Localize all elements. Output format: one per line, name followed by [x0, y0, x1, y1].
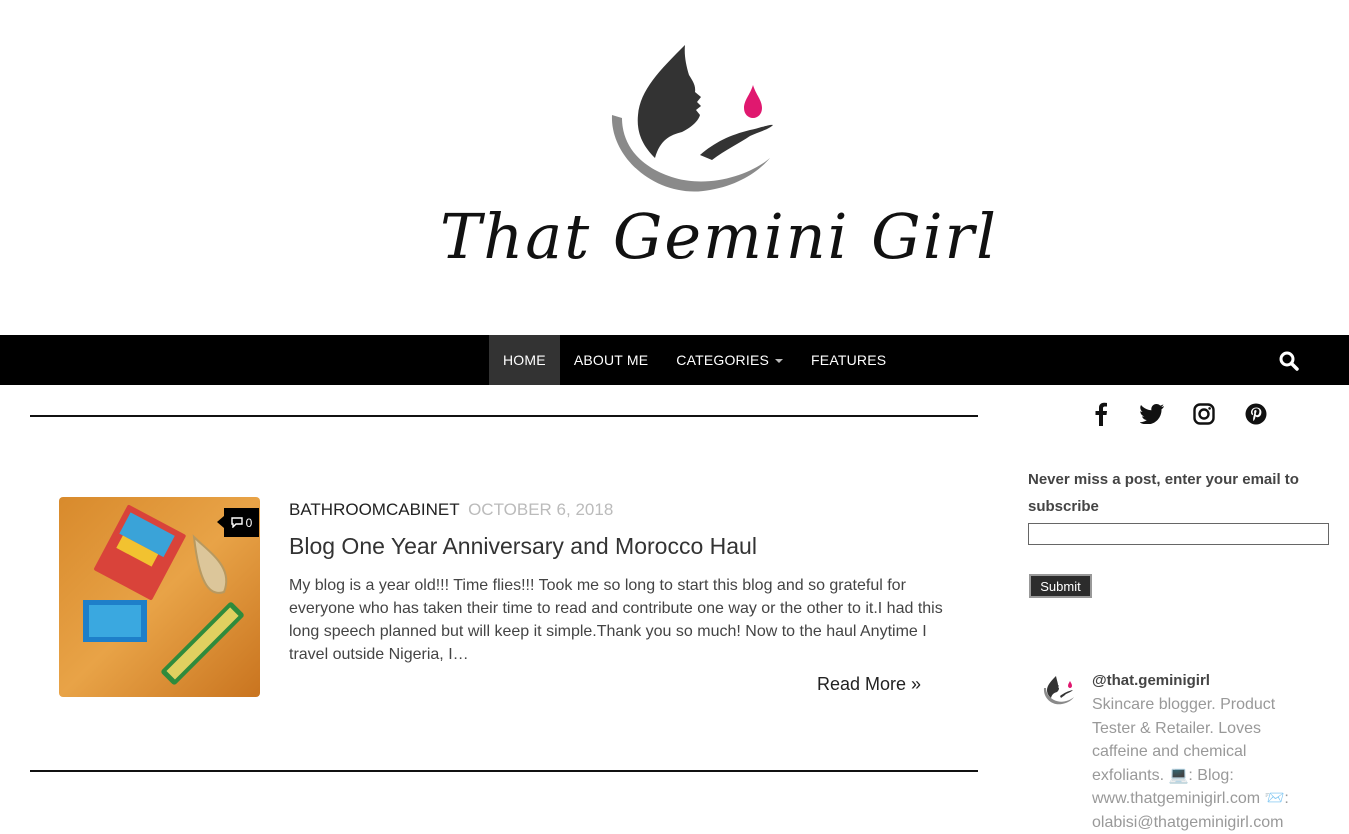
- email-field[interactable]: [1028, 523, 1329, 545]
- divider: [30, 415, 978, 417]
- bio-line: Tester & Retailer. Loves: [1092, 719, 1261, 737]
- search-icon[interactable]: [1278, 350, 1300, 372]
- main-navigation: HOME ABOUT ME CATEGORIES FEATURES: [0, 335, 1349, 385]
- site-title: That Gemini Girl: [440, 200, 999, 273]
- bio-line: olabisi@thatgeminigirl.com: [1092, 813, 1284, 831]
- bio-line: Skincare blogger. Product: [1092, 696, 1276, 713]
- nav-label: FEATURES: [811, 352, 887, 368]
- facebook-icon[interactable]: [1087, 400, 1115, 428]
- comment-count-badge[interactable]: 0: [217, 508, 259, 537]
- read-more-link[interactable]: Read More »: [817, 674, 921, 695]
- site-header: That Gemini Girl: [0, 0, 1349, 335]
- bio-line: caffeine and chemical: [1092, 743, 1247, 760]
- nav-label: ABOUT ME: [573, 352, 649, 368]
- nav-item-categories[interactable]: CATEGORIES: [662, 335, 797, 385]
- submit-button[interactable]: Submit: [1029, 574, 1092, 598]
- bio-line: www.thatgeminigirl.com 📨:: [1092, 790, 1289, 807]
- nav-label: CATEGORIES: [676, 352, 770, 368]
- instagram-bio: Skincare blogger. Product Tester & Retai…: [1092, 693, 1342, 834]
- subscribe-label: Never miss a post, enter your email to s…: [1028, 471, 1299, 515]
- nav-item-about-me[interactable]: ABOUT ME: [560, 335, 662, 385]
- post-excerpt: My blog is a year old!!! Time flies!!! T…: [289, 577, 943, 663]
- divider: [30, 770, 978, 772]
- avatar[interactable]: [1038, 672, 1078, 712]
- comment-icon: [230, 517, 243, 528]
- bio-line: exfoliants. 💻: Blog:: [1092, 766, 1234, 784]
- post-category-link[interactable]: BATHROOMCABINET: [289, 500, 459, 519]
- nav-item-features[interactable]: FEATURES: [797, 335, 900, 385]
- nav-label: HOME: [503, 352, 546, 368]
- comment-count: 0: [245, 515, 253, 530]
- post-meta: BATHROOMCABINET OCTOBER 6, 2018: [289, 500, 613, 520]
- nav-item-home[interactable]: HOME: [489, 335, 560, 385]
- post-date: OCTOBER 6, 2018: [468, 500, 614, 519]
- instagram-icon[interactable]: [1190, 400, 1218, 428]
- instagram-handle-link[interactable]: @that.geminigirl: [1092, 672, 1210, 689]
- twitter-icon[interactable]: [1138, 400, 1166, 428]
- caret-down-icon: [775, 359, 784, 364]
- logo-mark-icon: [611, 45, 773, 192]
- post-title-link[interactable]: Blog One Year Anniversary and Morocco Ha…: [289, 533, 757, 560]
- pinterest-icon[interactable]: [1242, 400, 1270, 428]
